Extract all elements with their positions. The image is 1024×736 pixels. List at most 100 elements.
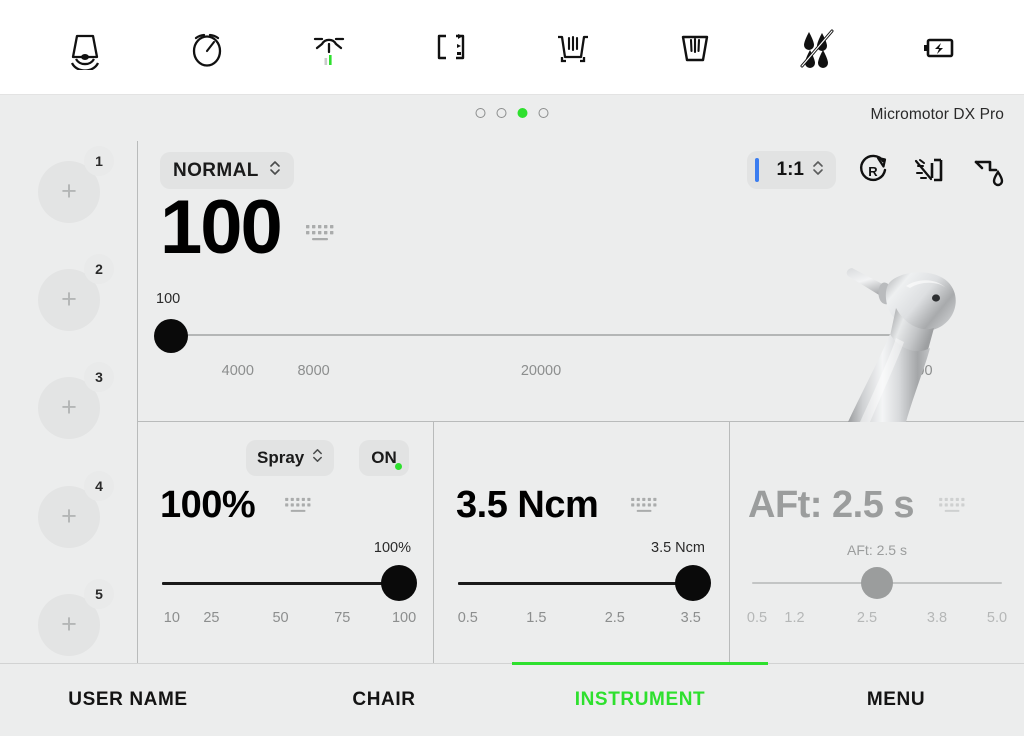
nav-item-instrument[interactable]: INSTRUMENT bbox=[512, 662, 768, 736]
keypad-icon[interactable] bbox=[630, 496, 660, 525]
spray-mode-icon[interactable] bbox=[910, 151, 950, 189]
svg-text:R: R bbox=[868, 164, 878, 179]
nav-item-user-name[interactable]: USER NAME bbox=[0, 664, 256, 736]
page-dot-2[interactable] bbox=[496, 108, 507, 118]
speed-value: 100 bbox=[160, 185, 283, 270]
spray-slider-track[interactable] bbox=[162, 582, 409, 585]
chevron-updown-icon bbox=[312, 447, 323, 469]
preset-slot-3[interactable]: + 3 bbox=[38, 362, 114, 439]
nav-label: MENU bbox=[866, 689, 926, 710]
aft-slider: AFt: 2.5 s 0.5 1.2 2.5 3.8 5.0 bbox=[730, 540, 1024, 640]
instrument-control-screen: Micromotor DX Pro + 1 + 2 + 3 + 4 + 5 NO… bbox=[0, 0, 1024, 736]
preset-sidebar: + 1 + 2 + 3 + 4 + 5 bbox=[0, 141, 138, 663]
status-indicator-dot bbox=[395, 463, 402, 470]
tick-label: 1.2 bbox=[784, 610, 805, 626]
aft-slider-knob bbox=[860, 567, 893, 599]
preset-badge: 4 bbox=[84, 471, 114, 501]
tick-label: 50 bbox=[272, 610, 289, 626]
plus-icon: + bbox=[61, 500, 77, 531]
device-name-label: Micromotor DX Pro bbox=[870, 106, 1004, 123]
speed-slider-track[interactable] bbox=[162, 334, 920, 336]
spray-panel: Spray ON 100% 100% 10 25 50 75 100 bbox=[138, 422, 434, 663]
tick-label: 8000 bbox=[297, 363, 330, 379]
battery-charge-icon[interactable] bbox=[906, 17, 972, 77]
nav-label: CHAIR bbox=[352, 689, 416, 710]
tick-label: 2.5 bbox=[856, 610, 878, 626]
aft-panel: AFt: 2.5 s AFt: 2.5 s 0.5 1.2 2.5 3.8 5.… bbox=[730, 422, 1024, 663]
speed-slider-value: 100 bbox=[156, 291, 181, 307]
speed-section: NORMAL 100 1:1 R 100 4000 8000 20000 400… bbox=[138, 141, 1024, 422]
spray-slider-ticks: 10 25 50 75 100 bbox=[162, 610, 416, 630]
torque-slider-track[interactable] bbox=[458, 582, 703, 585]
page-dot-3[interactable] bbox=[517, 108, 528, 118]
torque-slider-value: 3.5 Ncm bbox=[651, 540, 705, 556]
timer-icon[interactable] bbox=[174, 17, 240, 77]
cup-fill-icon[interactable] bbox=[662, 17, 728, 77]
spray-slider[interactable]: 100% 10 25 50 75 100 bbox=[138, 540, 433, 640]
aft-value: AFt: 2.5 s bbox=[748, 484, 915, 526]
chair-program-icon[interactable] bbox=[418, 17, 484, 77]
preset-badge: 5 bbox=[84, 579, 114, 609]
bowl-rinse-icon[interactable] bbox=[540, 17, 606, 77]
tick-label: 40000 bbox=[892, 363, 933, 379]
plus-icon: + bbox=[61, 175, 77, 206]
preset-slot-1[interactable]: + 1 bbox=[38, 146, 114, 223]
page-indicator-dots bbox=[475, 108, 549, 118]
nav-label: USER NAME bbox=[68, 689, 188, 710]
operating-light-icon[interactable] bbox=[296, 17, 362, 77]
page-dot-4[interactable] bbox=[538, 108, 549, 118]
torque-panel: 3.5 Ncm 3.5 Ncm 0.5 1.5 2.5 3.5 bbox=[434, 422, 730, 663]
ratio-accent-bar bbox=[754, 158, 759, 182]
spray-toggle-button[interactable]: ON bbox=[359, 440, 409, 476]
tick-label: 25 bbox=[203, 610, 220, 626]
page-dot-1[interactable] bbox=[475, 108, 486, 118]
gear-ratio-label: 1:1 bbox=[776, 159, 804, 180]
torque-slider-knob[interactable] bbox=[675, 565, 711, 601]
main-body: + 1 + 2 + 3 + 4 + 5 NORMAL 100 1:1 R 100… bbox=[0, 141, 1024, 663]
mode-selector[interactable]: NORMAL bbox=[160, 152, 294, 189]
mode-label: NORMAL bbox=[173, 159, 259, 181]
spray-toggle-label: ON bbox=[371, 448, 397, 467]
tick-label: 0.5 bbox=[457, 610, 478, 626]
tick-label: 20000 bbox=[520, 363, 562, 379]
torque-slider-ticks: 0.5 1.5 2.5 3.5 bbox=[458, 610, 703, 630]
speed-tools-group: 1:1 R bbox=[746, 151, 1008, 189]
spray-slider-knob[interactable] bbox=[381, 565, 417, 601]
tick-label: 2.5 bbox=[604, 610, 625, 626]
nav-item-menu[interactable]: MENU bbox=[768, 664, 1024, 736]
gear-ratio-selector[interactable]: 1:1 bbox=[746, 151, 836, 189]
preset-badge: 2 bbox=[84, 254, 114, 284]
speed-slider-ticks: 4000 8000 20000 40000 bbox=[162, 363, 933, 383]
speed-slider-knob[interactable] bbox=[154, 319, 188, 353]
keypad-icon[interactable] bbox=[305, 223, 337, 254]
torque-value: 3.5 Ncm bbox=[456, 484, 599, 526]
water-drop-icon[interactable] bbox=[968, 151, 1008, 189]
top-function-bar bbox=[0, 0, 1024, 95]
chevron-updown-icon bbox=[812, 159, 824, 182]
speed-slider[interactable]: 100 4000 8000 20000 40000 bbox=[138, 291, 1024, 401]
plus-icon: + bbox=[61, 608, 77, 639]
plus-icon: + bbox=[61, 391, 77, 422]
tick-label: 1.5 bbox=[526, 610, 547, 626]
rotation-direction-icon[interactable]: R bbox=[854, 151, 892, 189]
tick-label: 100 bbox=[391, 610, 417, 626]
parameter-panels: Spray ON 100% 100% 10 25 50 75 100 3.5 N… bbox=[138, 422, 1024, 663]
preset-slot-4[interactable]: + 4 bbox=[38, 471, 114, 548]
spray-mode-selector[interactable]: Spray bbox=[246, 440, 335, 476]
keypad-icon[interactable] bbox=[284, 496, 314, 525]
aft-slider-ticks: 0.5 1.2 2.5 3.8 5.0 bbox=[747, 610, 1007, 630]
page-header-strip: Micromotor DX Pro bbox=[0, 95, 1024, 141]
water-off-icon[interactable] bbox=[784, 17, 850, 77]
plus-icon: + bbox=[61, 283, 77, 314]
nav-item-chair[interactable]: CHAIR bbox=[256, 664, 512, 736]
spray-value: 100% bbox=[160, 484, 256, 526]
aft-slider-value: AFt: 2.5 s bbox=[847, 542, 907, 558]
bottom-navigation-bar: USER NAME CHAIR INSTRUMENT MENU bbox=[0, 662, 1024, 736]
spray-slider-value: 100% bbox=[373, 540, 411, 556]
tick-label: 75 bbox=[334, 610, 351, 626]
spray-mode-label: Spray bbox=[257, 448, 305, 467]
torque-slider[interactable]: 3.5 Ncm 0.5 1.5 2.5 3.5 bbox=[434, 540, 729, 640]
chair-backrest-icon[interactable] bbox=[52, 17, 118, 77]
preset-slot-2[interactable]: + 2 bbox=[38, 254, 114, 331]
preset-slot-5[interactable]: + 5 bbox=[38, 579, 114, 656]
